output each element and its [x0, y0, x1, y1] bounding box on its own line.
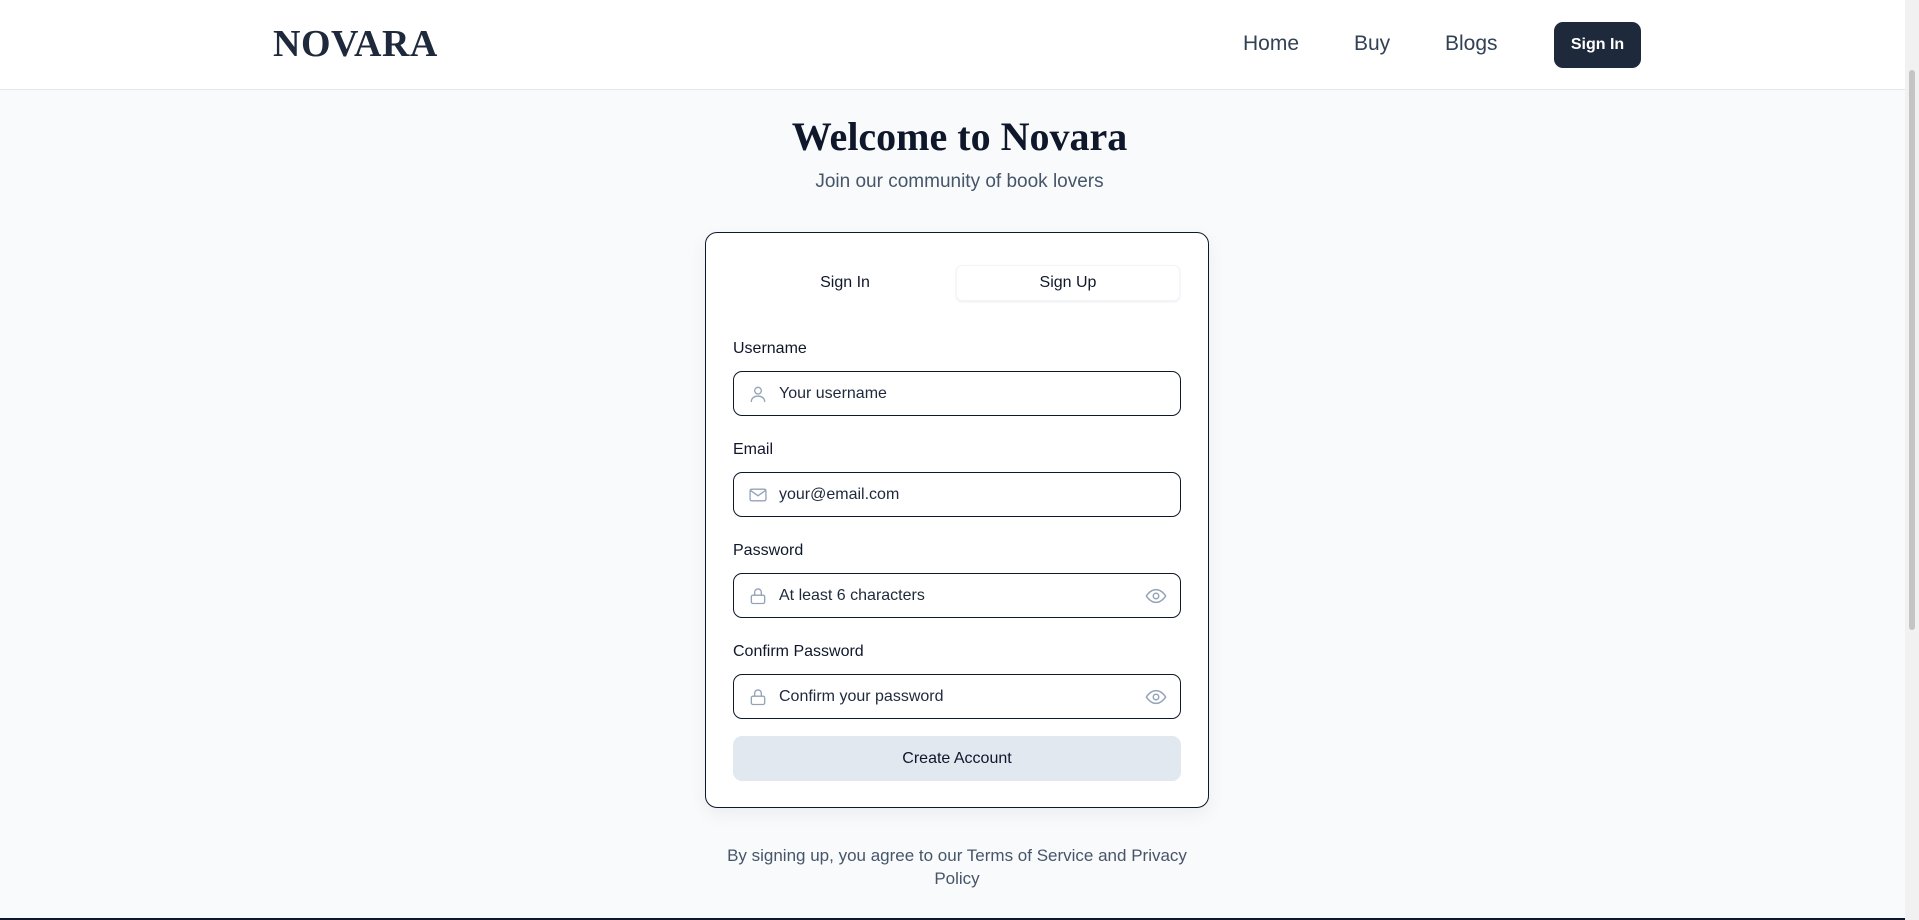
username-field[interactable]: Your username [733, 371, 1181, 416]
page-subtitle: Join our community of book lovers [815, 171, 1104, 192]
auth-tabs: Sign In Sign Up [734, 265, 1180, 301]
username-input[interactable]: Your username [779, 385, 1180, 403]
email-field[interactable]: your@email.com [733, 472, 1181, 517]
tab-signin[interactable]: Sign In [734, 265, 956, 301]
email-label: Email [733, 441, 774, 458]
nav-signin-button[interactable]: Sign In [1554, 22, 1641, 68]
brand-logo[interactable]: NOVARA [273, 22, 438, 66]
top-navbar: NOVARA Home Buy Blogs Sign In [0, 0, 1919, 90]
password-field[interactable]: At least 6 characters [733, 573, 1181, 618]
confirm-password-label: Confirm Password [733, 643, 864, 660]
mail-icon [748, 485, 768, 505]
auth-card: Sign In Sign Up Username Your username E… [705, 232, 1209, 808]
password-label: Password [733, 542, 804, 559]
confirm-password-field[interactable]: Confirm your password [733, 674, 1181, 719]
username-label: Username [733, 340, 807, 357]
tab-signup[interactable]: Sign Up [956, 265, 1180, 301]
terms-note: By signing up, you agree to our Terms of… [727, 846, 1187, 888]
email-input[interactable]: your@email.com [779, 486, 1180, 504]
password-input[interactable]: At least 6 characters [779, 587, 1145, 605]
lock-icon [748, 586, 768, 606]
confirm-password-input[interactable]: Confirm your password [779, 688, 1145, 706]
eye-icon[interactable] [1145, 686, 1167, 708]
lock-icon [748, 687, 768, 707]
nav-link-buy[interactable]: Buy [1354, 32, 1390, 56]
eye-icon[interactable] [1145, 585, 1167, 607]
create-account-button[interactable]: Create Account [733, 736, 1181, 781]
page-title: Welcome to Novara [791, 114, 1128, 159]
nav-link-blogs[interactable]: Blogs [1445, 32, 1498, 56]
nav-link-home[interactable]: Home [1243, 32, 1299, 56]
user-icon [748, 384, 768, 404]
